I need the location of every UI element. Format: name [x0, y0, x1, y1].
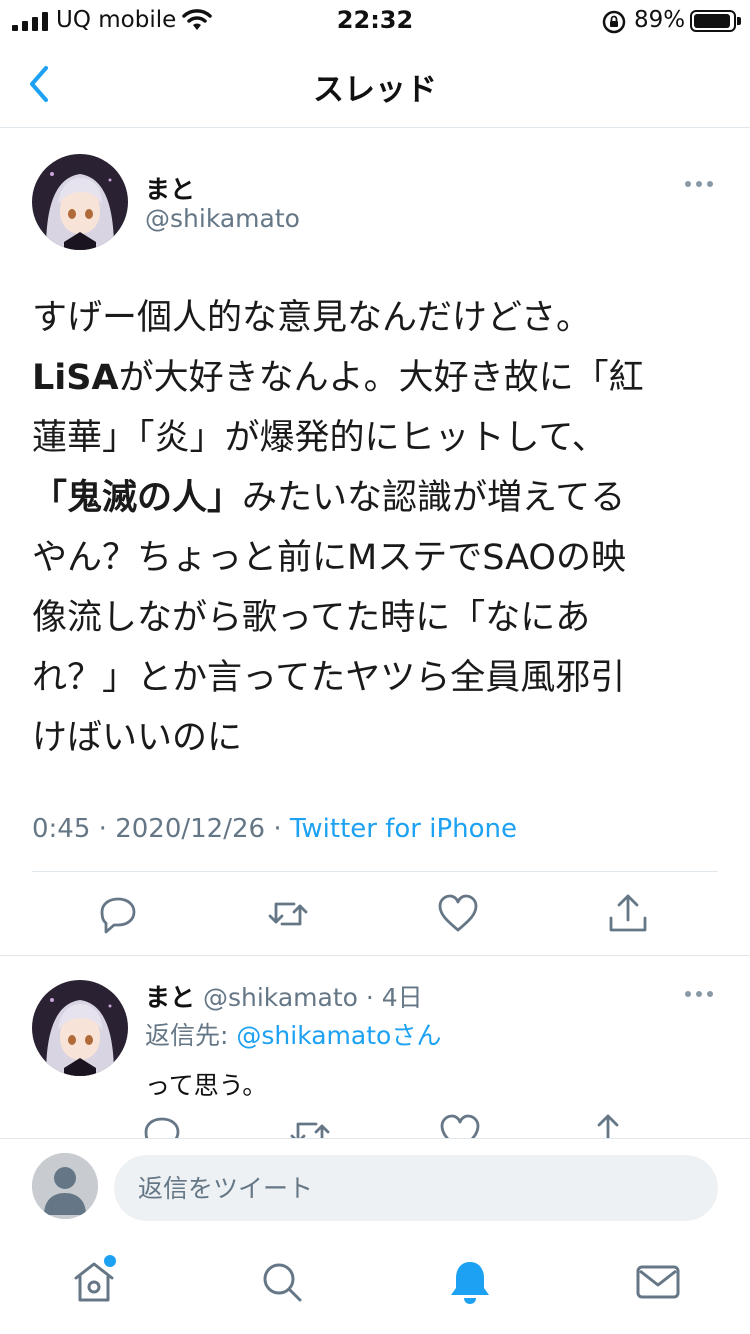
notification-dot [104, 1255, 116, 1267]
battery-percent: 89% [634, 7, 686, 33]
reply-to-line: 返信先: @shikamatoさん [145, 1021, 442, 1050]
handle[interactable]: @shikamato [145, 204, 300, 233]
avatar[interactable] [32, 154, 128, 250]
reply-input[interactable] [114, 1155, 718, 1221]
reply-display-name[interactable]: まと [145, 983, 195, 1012]
heart-icon[interactable] [438, 1112, 482, 1138]
retweet-icon[interactable] [288, 1112, 332, 1138]
reply-icon[interactable] [140, 1112, 184, 1138]
retweet-icon[interactable] [266, 892, 310, 936]
reply-handle[interactable]: @shikamato [203, 983, 358, 1012]
reply-age: 4日 [381, 983, 423, 1012]
tab-bar [0, 1238, 750, 1334]
mail-icon[interactable] [634, 1258, 682, 1306]
page-title: スレッド [313, 72, 437, 108]
tweet-source-link[interactable]: Twitter for iPhone [290, 814, 517, 844]
display-name[interactable]: まと [145, 170, 195, 206]
bold-artist-name: LiSA [32, 358, 119, 398]
divider [0, 955, 750, 956]
battery-icon [690, 10, 741, 32]
tweet-time: 0:45 [32, 814, 91, 844]
bold-quote: 「鬼滅の人」 [32, 478, 243, 518]
bell-icon[interactable] [446, 1258, 494, 1306]
share-icon[interactable] [586, 1112, 630, 1138]
share-icon[interactable] [606, 892, 650, 936]
tweet-actions [0, 872, 750, 954]
reply-header: まと @shikamato · 4日 [145, 983, 423, 1012]
orientation-lock-icon [602, 10, 626, 34]
more-dots-icon[interactable] [685, 991, 713, 997]
more-dots-icon[interactable] [685, 181, 713, 187]
compose-bar [0, 1138, 750, 1238]
reply-text: って思う。 [145, 1071, 268, 1100]
reply-avatar[interactable] [32, 980, 128, 1076]
tweet-meta: 0:45 · 2020/12/26 · Twitter for iPhone [32, 814, 518, 844]
my-avatar[interactable] [32, 1153, 98, 1219]
tweet-text: すげー個人的な意見なんだけどさ。 LiSAが大好きなんよ。大好き故に「紅 蓮華」… [32, 298, 644, 758]
search-icon[interactable] [258, 1258, 306, 1306]
tweet-date: 2020/12/26 [115, 814, 266, 844]
status-bar: UQ mobile 22:32 89% [0, 0, 750, 40]
reply-actions [0, 1108, 750, 1138]
reply-to-link[interactable]: @shikamatoさん [236, 1021, 441, 1050]
heart-icon[interactable] [436, 892, 480, 936]
nav-header: スレッド [0, 40, 750, 128]
reply-icon[interactable] [96, 892, 140, 936]
